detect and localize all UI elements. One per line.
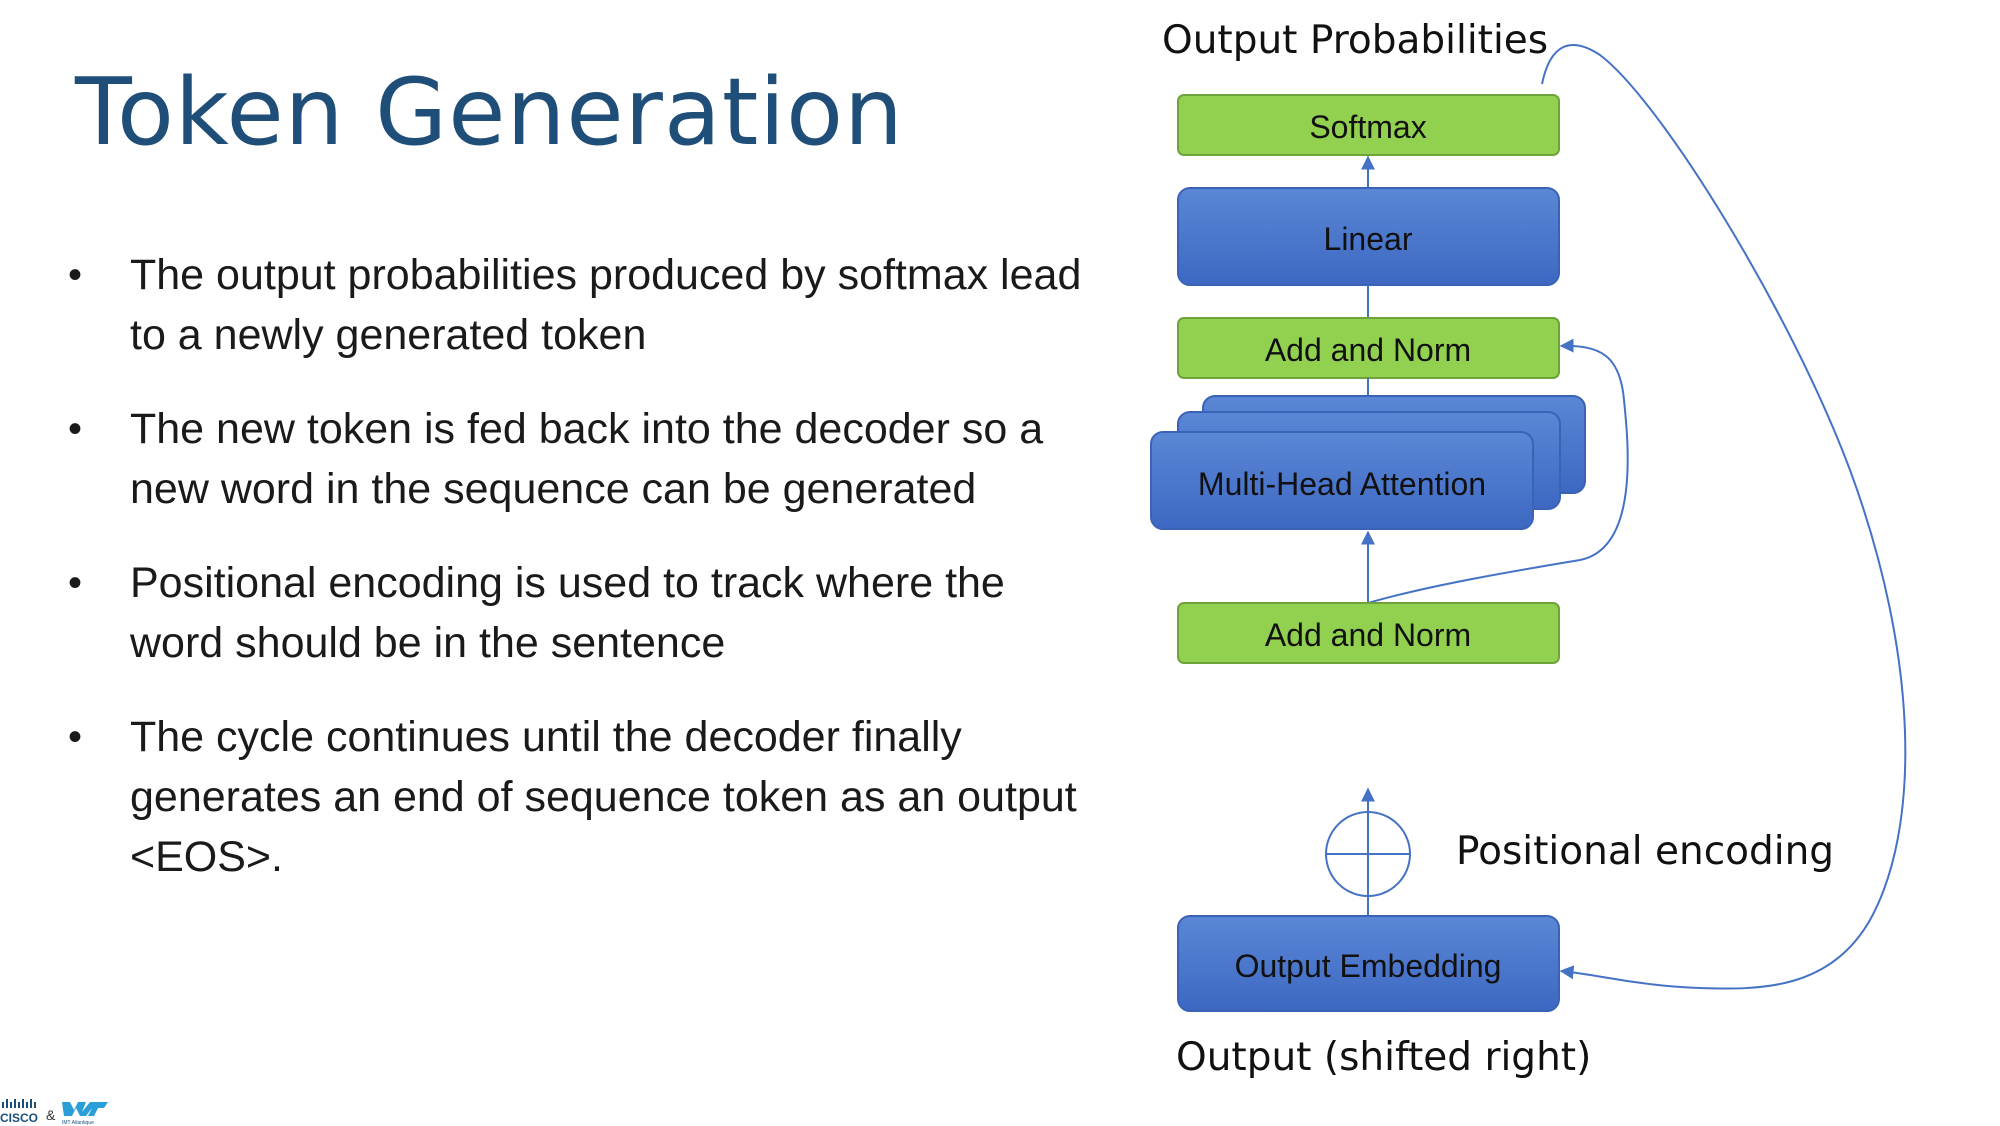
slide: Token Generation • The output probabilit… [0, 0, 2000, 1126]
add-norm-top-block: Add and Norm [1177, 317, 1560, 379]
add-norm-bottom-block: Add and Norm [1177, 602, 1560, 664]
add-norm-bottom-label: Add and Norm [1265, 617, 1471, 653]
softmax-block: Softmax [1177, 94, 1560, 156]
positional-encoding-label: Positional encoding [1456, 829, 1834, 874]
imt-atlantique-logo-icon: IMT Atlantique [62, 1102, 108, 1126]
cisco-text: CISCO [0, 1111, 38, 1125]
positional-encoding-adder-icon [1325, 811, 1411, 897]
softmax-label: Softmax [1309, 109, 1426, 145]
linear-block: Linear [1177, 187, 1560, 286]
decoder-diagram: Output Probabilities Softmax Linear Add … [1150, 18, 1907, 1080]
imt-text: IMT Atlantique [62, 1120, 94, 1126]
ampersand: & [46, 1107, 56, 1123]
mha-label: Multi-Head Attention [1198, 466, 1486, 502]
output-embedding-label: Output Embedding [1235, 948, 1502, 984]
add-norm-top-label: Add and Norm [1265, 332, 1471, 368]
footer-logo: CISCO & IMT Atlantique [0, 1099, 108, 1126]
output-shifted-right-label: Output (shifted right) [1176, 1035, 1591, 1080]
cisco-logo-icon: CISCO [0, 1099, 38, 1125]
output-embedding-block: Output Embedding [1177, 915, 1560, 1012]
multi-head-attention-block: Multi-Head Attention [1150, 395, 1586, 530]
output-probabilities-label: Output Probabilities [1162, 18, 1548, 63]
linear-label: Linear [1324, 221, 1413, 257]
